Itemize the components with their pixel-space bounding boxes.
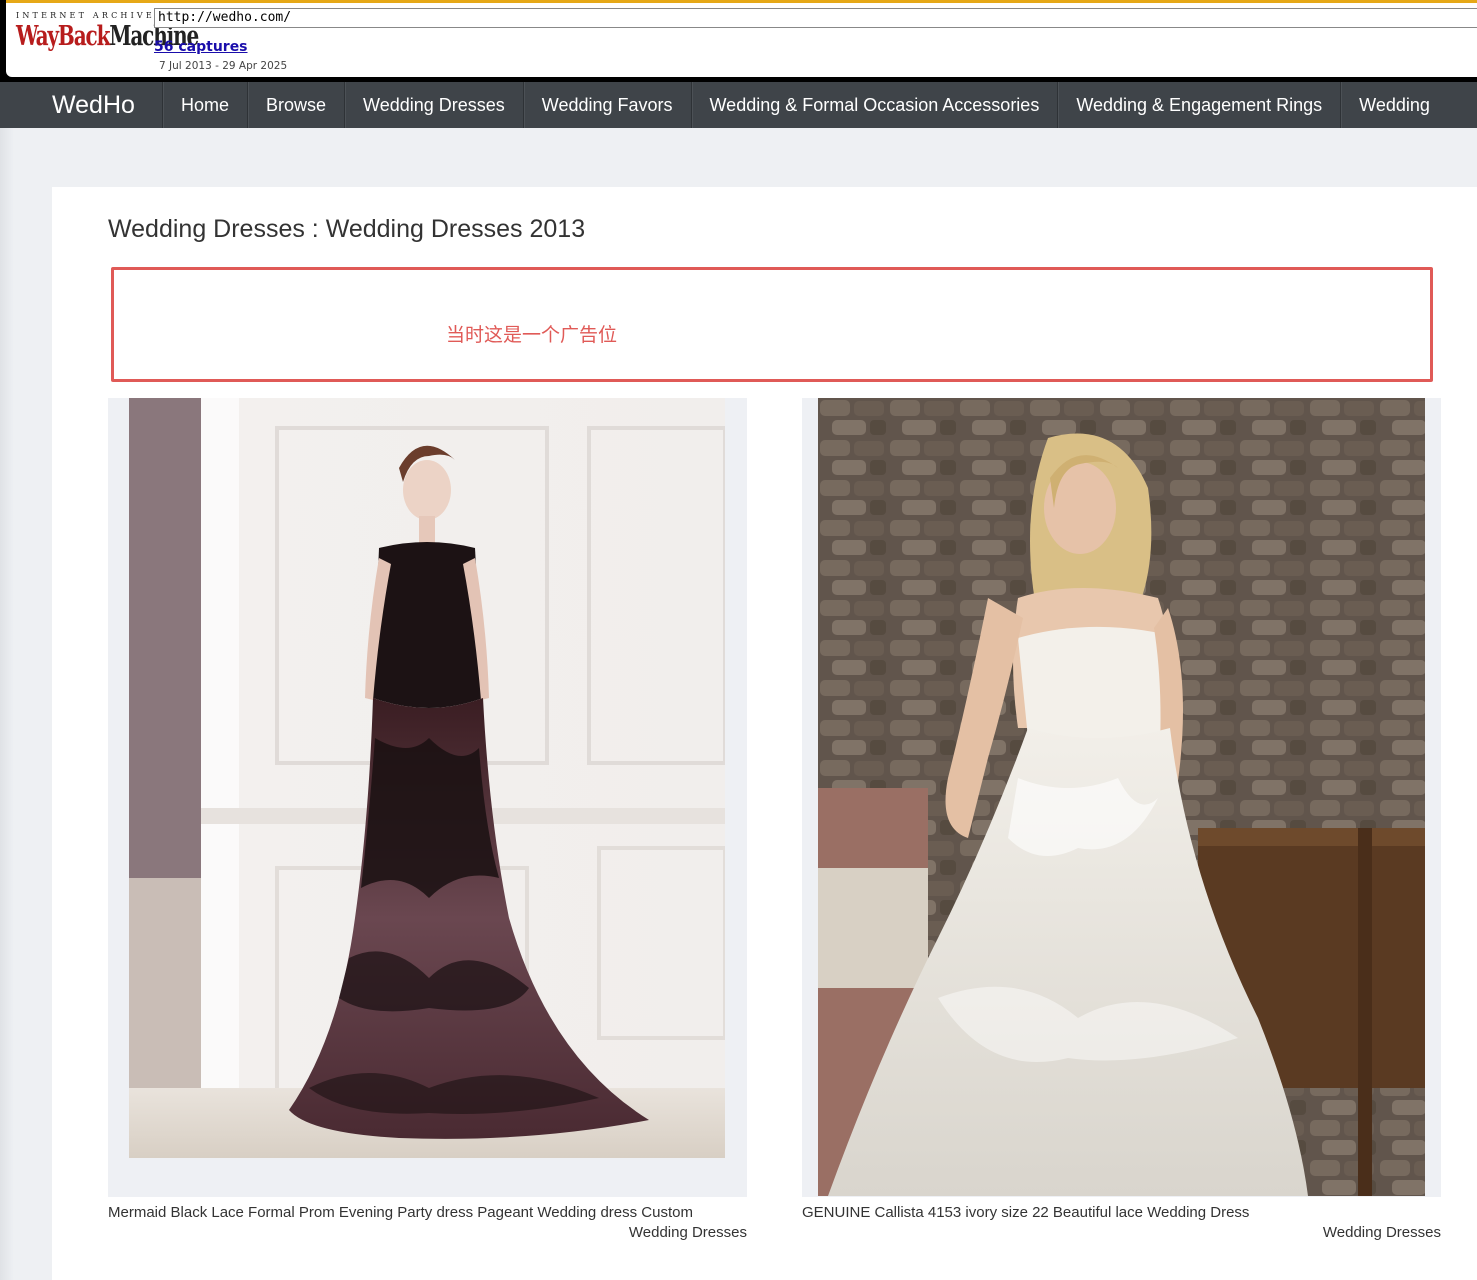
nav-menu: Home Browse Wedding Dresses Wedding Favo… <box>162 82 1448 128</box>
nav-item-accessories[interactable]: Wedding & Formal Occasion Accessories <box>690 82 1058 128</box>
wayback-logo-main-a: WayBack <box>16 21 110 52</box>
wayback-url-input[interactable]: http://wedho.com/ <box>154 8 1477 28</box>
wayback-logo[interactable]: INTERNET ARCHIVE WayBackMachine <box>16 11 199 65</box>
product-caption[interactable]: Mermaid Black Lace Formal Prom Evening P… <box>108 1204 693 1221</box>
nav-item-wedding-favors[interactable]: Wedding Favors <box>522 82 691 128</box>
product-caption[interactable]: GENUINE Callista 4153 ivory size 22 Beau… <box>802 1204 1249 1221</box>
nav-item-rings[interactable]: Wedding & Engagement Rings <box>1057 82 1340 128</box>
product-image-frame[interactable] <box>108 398 747 1197</box>
site-brand[interactable]: WedHo <box>52 82 135 128</box>
wayback-toolbar: INTERNET ARCHIVE WayBackMachine http://w… <box>0 0 1477 82</box>
ad-placeholder: 当时这是一个广告位 <box>111 267 1433 382</box>
ivory-lace-wedding-dress-photo[interactable] <box>818 398 1425 1196</box>
wayback-logo-main: WayBackMachine <box>16 21 199 52</box>
nav-item-wedding-more[interactable]: Wedding <box>1340 82 1448 128</box>
site-nav: WedHo Home Browse Wedding Dresses Weddin… <box>0 82 1477 128</box>
page-title: Wedding Dresses : Wedding Dresses 2013 <box>108 215 586 243</box>
page-gutter <box>0 128 14 1280</box>
wayback-capture-range: 7 Jul 2013 - 29 Apr 2025 <box>159 60 288 72</box>
nav-item-browse[interactable]: Browse <box>247 82 344 128</box>
product-card: GENUINE Callista 4153 ivory size 22 Beau… <box>802 398 1441 1258</box>
wayback-logo-top: INTERNET ARCHIVE <box>16 11 155 20</box>
content-panel: Wedding Dresses : Wedding Dresses 2013 当… <box>52 187 1477 1280</box>
product-card: Mermaid Black Lace Formal Prom Evening P… <box>108 398 747 1258</box>
product-category[interactable]: Wedding Dresses <box>1323 1224 1441 1241</box>
product-image-frame[interactable] <box>802 398 1441 1197</box>
black-lace-mermaid-dress-photo[interactable] <box>129 398 725 1158</box>
nav-item-wedding-dresses[interactable]: Wedding Dresses <box>344 82 523 128</box>
wayback-captures-link[interactable]: 56 captures <box>154 39 248 55</box>
nav-item-home[interactable]: Home <box>162 82 247 128</box>
wayback-toolbar-inner: INTERNET ARCHIVE WayBackMachine http://w… <box>6 0 1477 77</box>
product-category[interactable]: Wedding Dresses <box>629 1224 747 1241</box>
ad-note: 当时这是一个广告位 <box>446 324 618 346</box>
